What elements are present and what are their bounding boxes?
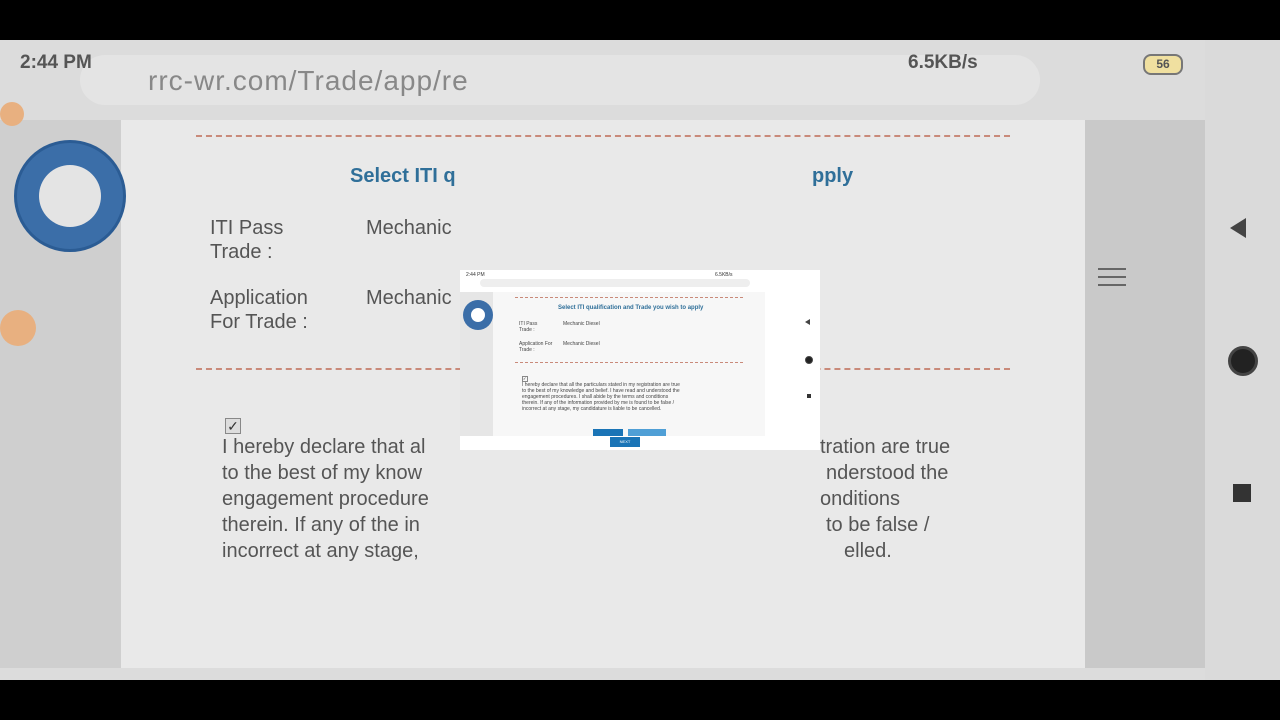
popup-application-value: Mechanic Diesel (563, 341, 600, 347)
declaration-text-left: I hereby declare that al to the best of … (222, 436, 429, 562)
popup-declaration-text: I hereby declare that all the particular… (522, 382, 680, 412)
popup-content (493, 292, 765, 436)
popup-nav-panel (765, 292, 820, 450)
popup-iti-pass-value: Mechanic Diesel (563, 321, 600, 327)
right-strip (1085, 120, 1205, 668)
application-value: Mechanic (366, 287, 452, 309)
address-url: rrc-wr.com/Trade/app/re (148, 65, 469, 96)
popup-divider-top (515, 297, 743, 298)
nav-home-icon[interactable] (1228, 346, 1258, 376)
popup-next-button-faded[interactable] (628, 429, 666, 436)
thumbnail-screenshot: 2:44 PM 6.5KB/s Select ITI qualification… (460, 270, 820, 450)
popup-status-time: 2:44 PM (466, 272, 485, 278)
popup-nav-home-icon[interactable] (805, 356, 813, 364)
application-label: Application For Trade : (210, 287, 308, 333)
divider-top (196, 135, 1010, 137)
iti-pass-value: Mechanic (366, 217, 452, 239)
nav-back-icon[interactable] (1230, 218, 1246, 238)
popup-application-label: Application For Trade : (519, 341, 553, 353)
popup-iti-pass-label: ITI Pass Trade : (519, 321, 538, 333)
popup-back-button[interactable] (593, 429, 623, 436)
popup-nav-back-icon[interactable] (805, 319, 810, 325)
page-title-left: Select ITI q (350, 165, 456, 187)
popup-address-bar[interactable] (480, 279, 750, 287)
popup-title: Select ITI qualification and Trade you w… (558, 305, 704, 311)
battery-icon: 56 (1143, 54, 1183, 75)
declaration-checkbox[interactable]: ✓ (225, 418, 241, 434)
network-speed: 6.5KB/s (908, 52, 978, 73)
popup-next-button[interactable]: NEXT (610, 437, 640, 447)
nav-recent-icon[interactable] (1233, 484, 1251, 502)
popup-railway-logo (463, 300, 493, 330)
popup-network-speed: 6.5KB/s (715, 272, 733, 278)
popup-nav-recent-icon[interactable] (807, 394, 811, 398)
hamburger-menu-icon[interactable] (1098, 268, 1126, 292)
pencil-icon (0, 310, 36, 346)
status-time: 2:44 PM (20, 52, 92, 73)
orange-circle-icon (0, 102, 24, 126)
iti-pass-label: ITI Pass Trade : (210, 217, 284, 263)
railway-logo (14, 140, 126, 252)
page-title-right: pply (812, 165, 854, 187)
popup-divider-mid (515, 362, 743, 363)
declaration-text-right: tration are true nderstood the onditions… (820, 436, 951, 562)
